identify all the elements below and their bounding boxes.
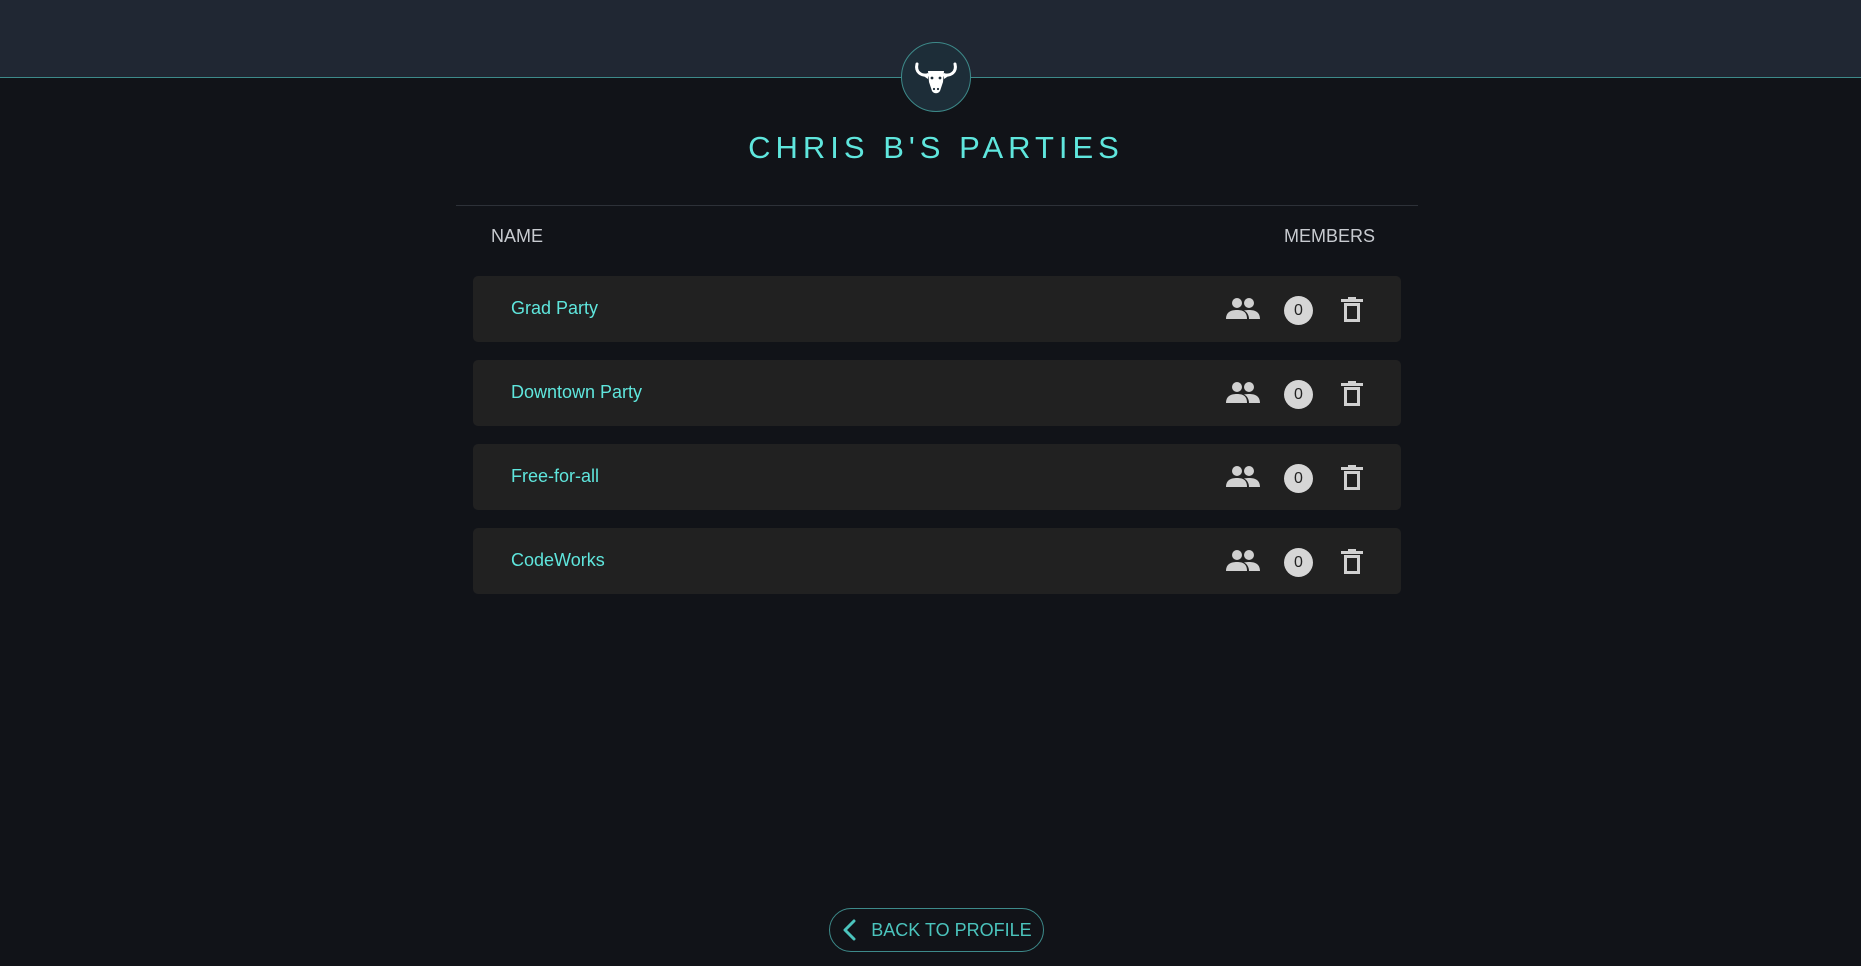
parties-table: NAME MEMBERS Grad Party 0 Downtown Party (456, 205, 1418, 594)
trash-icon[interactable] (1341, 549, 1363, 574)
back-to-profile-label: BACK TO PROFILE (871, 919, 1032, 940)
people-icon[interactable] (1226, 297, 1260, 321)
party-row: CodeWorks 0 (473, 528, 1401, 594)
people-icon[interactable] (1226, 465, 1260, 489)
table-header: NAME MEMBERS (456, 206, 1418, 266)
back-to-profile-button[interactable]: BACK TO PROFILE (829, 908, 1044, 952)
bull-head-icon (915, 62, 957, 94)
party-row: Grad Party 0 (473, 276, 1401, 342)
party-name-link[interactable]: Downtown Party (511, 382, 642, 403)
member-count-badge: 0 (1284, 380, 1313, 409)
people-icon[interactable] (1226, 549, 1260, 573)
trash-icon[interactable] (1341, 297, 1363, 322)
member-count-badge: 0 (1284, 464, 1313, 493)
member-count-badge: 0 (1284, 548, 1313, 577)
party-row: Free-for-all 0 (473, 444, 1401, 510)
logo[interactable] (901, 42, 971, 112)
chevron-left-icon (843, 919, 856, 941)
party-name-link[interactable]: CodeWorks (511, 550, 605, 571)
party-name-link[interactable]: Free-for-all (511, 466, 599, 487)
party-list: Grad Party 0 Downtown Party 0 Free-for-a… (473, 276, 1401, 612)
column-header-name: NAME (491, 226, 544, 246)
party-name-link[interactable]: Grad Party (511, 298, 598, 319)
trash-icon[interactable] (1341, 465, 1363, 490)
people-icon[interactable] (1226, 381, 1260, 405)
column-header-members: MEMBERS (1283, 226, 1375, 246)
trash-icon[interactable] (1341, 381, 1363, 406)
member-count-badge: 0 (1284, 296, 1313, 325)
page-title: CHRIS B'S PARTIES (748, 130, 1124, 165)
party-row: Downtown Party 0 (473, 360, 1401, 426)
